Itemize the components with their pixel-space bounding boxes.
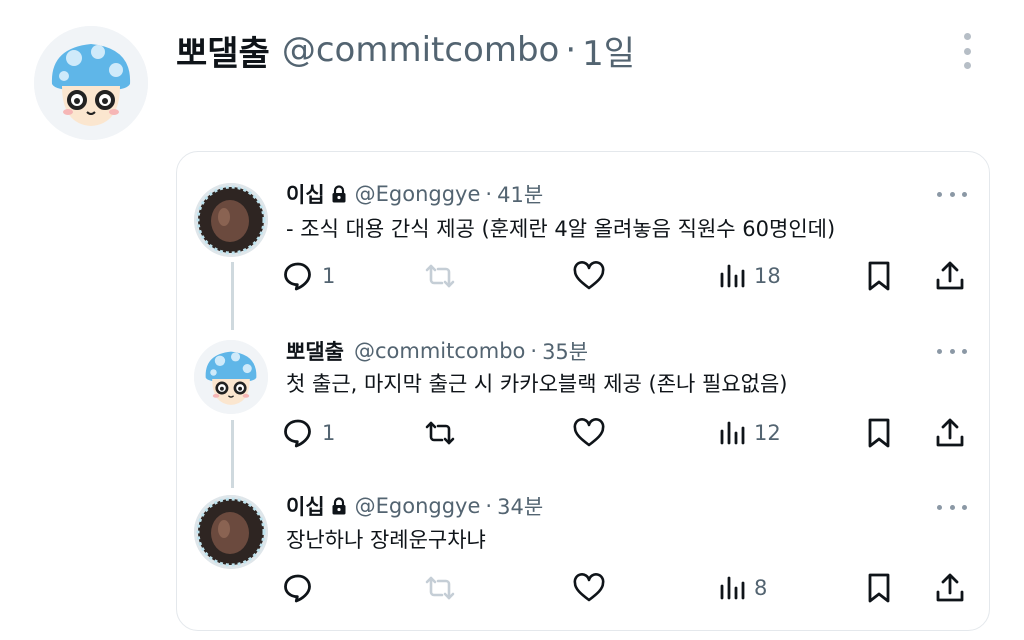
tweet-handle[interactable]: @Egonggye: [355, 182, 481, 206]
retweet-button[interactable]: [422, 413, 466, 453]
more-options-icon[interactable]: [937, 502, 967, 512]
views-button[interactable]: 8: [718, 568, 767, 608]
tweet-actions: 8: [282, 568, 972, 608]
share-icon: [936, 573, 964, 602]
analytics-icon: [720, 576, 745, 600]
tweet-author-name[interactable]: 이십: [286, 179, 325, 209]
share-button[interactable]: [934, 568, 966, 608]
reply-count: 1: [322, 264, 336, 288]
more-options-icon[interactable]: [937, 346, 967, 356]
tweet-header: 뽀댈출 @commitcombo · 35분: [286, 336, 588, 366]
analytics-icon: [720, 264, 745, 288]
share-button[interactable]: [934, 256, 966, 296]
bookmark-icon: [868, 418, 890, 448]
reply-icon: [284, 262, 311, 291]
separator-dot: ·: [565, 30, 577, 70]
view-count: 8: [754, 576, 768, 600]
views-button[interactable]: 18: [718, 256, 781, 296]
post-header: 뽀댈출 @commitcombo · 1일: [176, 26, 635, 74]
more-options-icon[interactable]: [958, 30, 976, 72]
tweet-actions: 1 12: [282, 413, 972, 453]
tweet-avatar[interactable]: [194, 183, 268, 257]
retweet-button[interactable]: [422, 256, 466, 296]
separator-dot: ·: [530, 339, 538, 363]
tweet-avatar[interactable]: [194, 495, 268, 569]
profile-photo-icon: [194, 183, 268, 257]
bookmark-icon: [868, 261, 890, 291]
reply-icon: [284, 419, 311, 448]
tweet-avatar[interactable]: [194, 340, 268, 414]
lock-icon: [331, 185, 347, 203]
tweet-author-name[interactable]: 이십: [286, 491, 325, 521]
separator-dot: ·: [485, 182, 493, 206]
analytics-icon: [720, 421, 745, 445]
lock-icon: [331, 497, 347, 515]
reply-button[interactable]: 1: [282, 413, 335, 453]
heart-icon: [573, 418, 605, 447]
tweet-text: 장난하나 장례운구차냐: [286, 528, 486, 552]
tweet-text: 첫 출근, 마지막 출근 시 카카오블랙 제공 (존나 필요없음): [286, 372, 788, 396]
views-button[interactable]: 12: [718, 413, 781, 453]
like-button[interactable]: [572, 413, 614, 453]
author-avatar[interactable]: [34, 26, 148, 140]
reply-button[interactable]: 1: [282, 256, 335, 296]
retweet-icon: [425, 576, 455, 600]
thread-connector: [231, 262, 234, 330]
profile-photo-icon: [194, 495, 268, 569]
retweet-button[interactable]: [422, 568, 466, 608]
retweet-icon: [425, 421, 455, 445]
retweet-icon: [425, 264, 455, 288]
tweet-author-name[interactable]: 뽀댈출: [286, 336, 344, 366]
post-time[interactable]: 1일: [582, 26, 635, 75]
view-count: 18: [754, 264, 781, 288]
share-icon: [936, 261, 964, 290]
bookmark-icon: [868, 573, 890, 603]
view-count: 12: [754, 421, 781, 445]
tweet-handle[interactable]: @Egonggye: [355, 494, 481, 518]
author-handle[interactable]: @commitcombo: [282, 30, 560, 70]
thread-connector: [231, 420, 234, 488]
tweet-text: - 조식 대용 간식 제공 (훈제란 4알 올려놓음 직원수 60명인데): [286, 217, 836, 241]
bookmark-button[interactable]: [865, 256, 893, 296]
heart-icon: [573, 573, 605, 602]
tweet-header: 이십 @Egonggye · 41분: [286, 179, 543, 209]
tweet-handle[interactable]: @commitcombo: [354, 339, 525, 363]
like-button[interactable]: [572, 256, 614, 296]
heart-icon: [573, 261, 605, 290]
like-button[interactable]: [572, 568, 614, 608]
mushroom-avatar-icon: [34, 26, 148, 140]
reply-button[interactable]: [282, 568, 322, 608]
reply-icon: [284, 574, 311, 603]
separator-dot: ·: [485, 494, 493, 518]
tweet-time[interactable]: 34분: [497, 491, 543, 521]
share-icon: [936, 418, 964, 447]
bookmark-button[interactable]: [865, 413, 893, 453]
author-name[interactable]: 뽀댈출: [176, 26, 270, 75]
mushroom-avatar-icon: [194, 340, 268, 414]
bookmark-button[interactable]: [865, 568, 893, 608]
more-options-icon[interactable]: [937, 189, 967, 199]
share-button[interactable]: [934, 413, 966, 453]
tweet-header: 이십 @Egonggye · 34분: [286, 491, 543, 521]
tweet-time[interactable]: 41분: [497, 179, 543, 209]
reply-count: 1: [322, 421, 336, 445]
tweet-actions: 1 18: [282, 256, 972, 296]
tweet-time[interactable]: 35분: [542, 336, 588, 366]
